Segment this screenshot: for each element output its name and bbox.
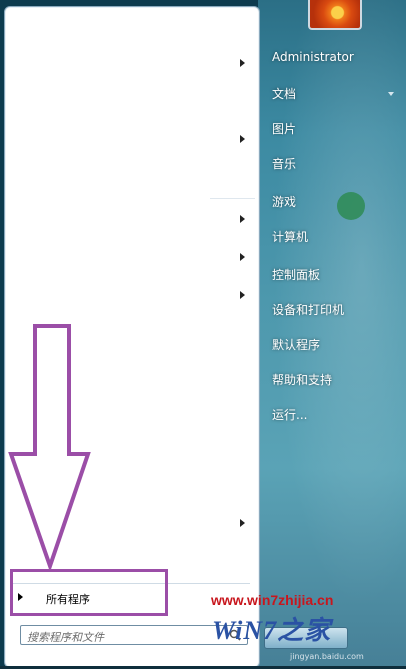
default-programs-link[interactable]: 默认程序 [272,336,320,353]
watermark-domain: jingyan.baidu.com [290,652,364,661]
background-app-icon [337,192,365,220]
devices-printers-link[interactable]: 设备和打印机 [272,301,344,318]
jump-list-arrow-icon[interactable] [240,253,245,261]
jump-list-arrow-icon[interactable] [240,291,245,299]
annotation-highlight-box [10,569,168,616]
user-name-link[interactable]: Administrator [272,50,354,64]
jump-list-arrow-icon[interactable] [240,59,245,67]
control-panel-link[interactable]: 控制面板 [272,266,320,283]
documents-link[interactable]: 文档 [272,85,296,102]
run-link[interactable]: 运行... [272,406,307,423]
program-list-separator [210,198,255,199]
pictures-link[interactable]: 图片 [272,120,296,137]
computer-link[interactable]: 计算机 [272,228,308,245]
jump-list-arrow-icon[interactable] [240,519,245,527]
jump-list-arrow-icon[interactable] [240,215,245,223]
watermark-logo: WiN7之家 [212,616,332,645]
music-link[interactable]: 音乐 [272,155,296,172]
help-support-link[interactable]: 帮助和支持 [272,371,332,388]
watermark-url: www.win7zhijia.cn [211,592,334,608]
annotation-arrow [8,324,91,572]
user-picture[interactable] [308,0,362,30]
jump-list-arrow-icon[interactable] [240,135,245,143]
games-link[interactable]: 游戏 [272,193,296,210]
chevron-down-icon [388,92,394,96]
